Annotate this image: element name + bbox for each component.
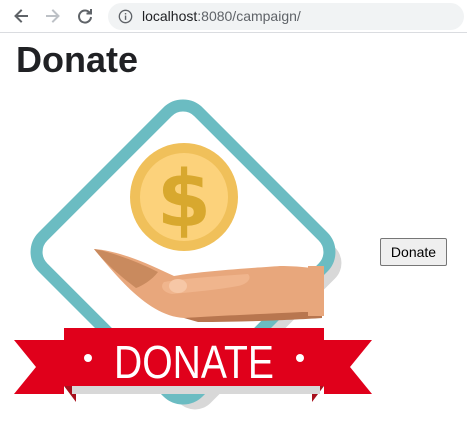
back-button[interactable] [9,4,33,28]
dollar-coin-icon: $ [130,143,238,251]
address-bar[interactable]: localhost:8080/campaign/ [108,3,464,30]
donate-image: $ DONATE [14,99,372,410]
url-path: :8080/campaign/ [197,8,301,24]
reload-icon [78,9,92,24]
url-text[interactable]: localhost:8080/campaign/ [142,3,301,30]
forward-button[interactable] [41,4,65,28]
arrow-left-icon [14,9,28,23]
banner-dot-left [84,354,92,362]
browser-toolbar: localhost:8080/campaign/ [0,0,467,33]
url-host: localhost [142,8,198,24]
banner-text: DONATE [114,336,274,388]
arrow-right-icon [46,9,60,23]
banner-dot-right [296,354,304,362]
page-title: Donate [16,39,139,80]
info-icon[interactable] [118,9,133,24]
svg-text:$: $ [157,155,211,245]
reload-button[interactable] [73,4,97,28]
donate-button[interactable]: Donate [380,238,447,266]
